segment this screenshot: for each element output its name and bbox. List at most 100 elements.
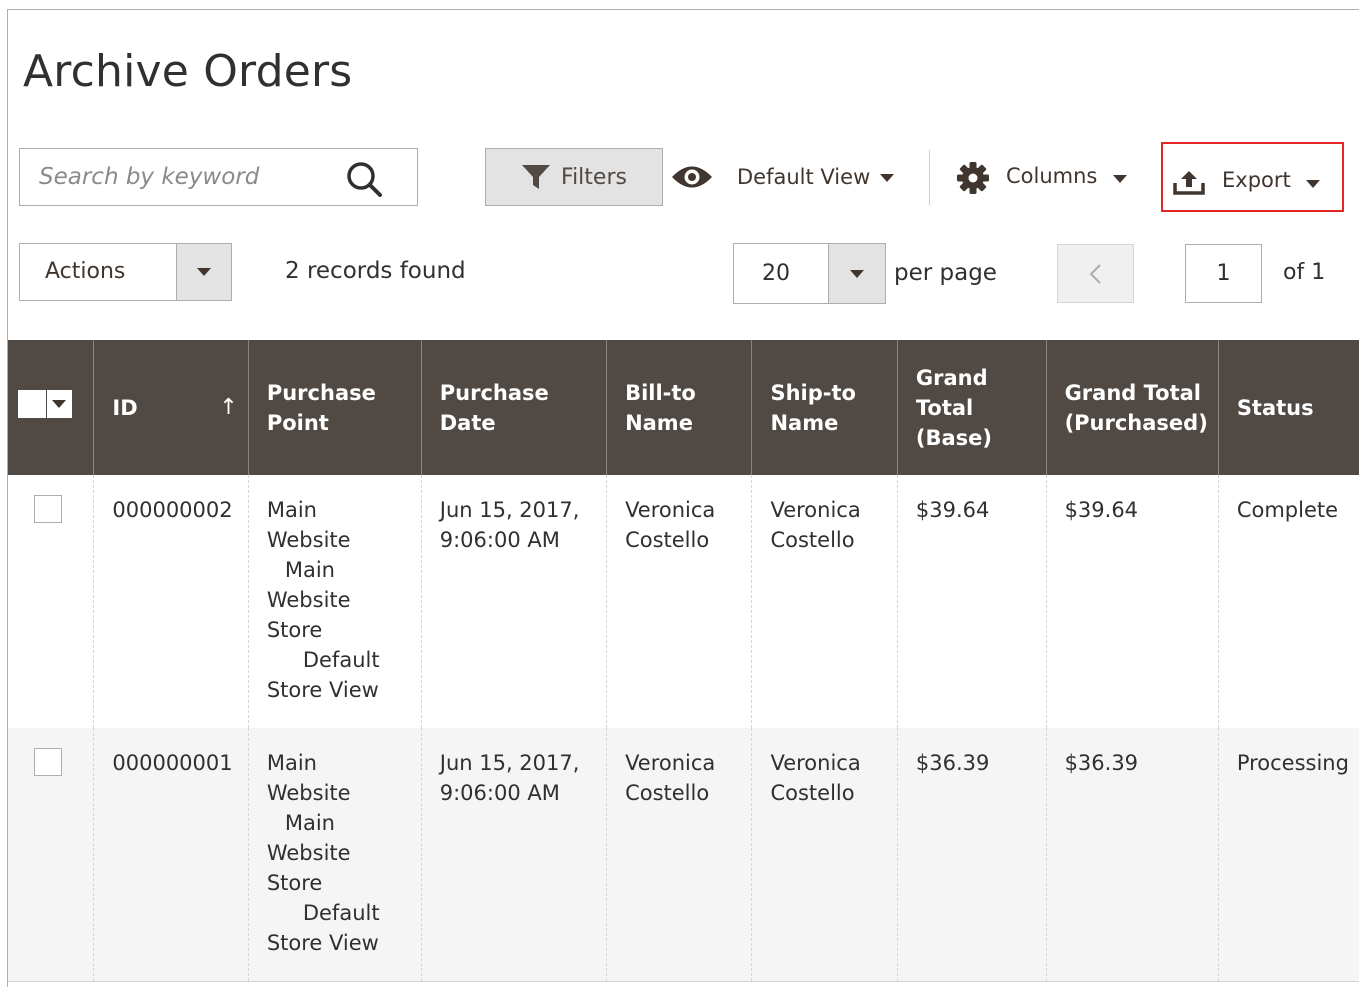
purchase-point-line: Store View [266,931,379,955]
eye-icon [672,166,712,188]
purchase-point-line: Website [266,588,351,612]
chevron-down-icon [197,268,211,276]
select-all-checkbox[interactable] [18,389,46,418]
purchase-date-line: 9:06:00 AM [439,781,560,805]
cell-purchase-date: Jun 15, 2017, 9:06:00 AM [420,475,607,728]
mass-select-toggle[interactable] [47,389,72,418]
select-all-header [8,340,94,475]
bill-to-line: Veronica [625,751,716,775]
per-page-value: 20 [762,261,790,286]
column-header-status[interactable]: Status [1217,340,1359,475]
row-checkbox[interactable] [34,495,62,523]
column-header-label: (Purchased) [1064,410,1208,435]
cell-status: Processing [1217,728,1359,982]
cell-purchase-point: Main Website Main Website Store Default … [247,728,422,982]
row-select-cell [8,728,94,982]
export-upload-icon[interactable] [1173,167,1205,195]
cell-bill-to-name: Veronica Costello [606,728,752,982]
column-header-label: (Base) [915,425,992,450]
purchase-point-line: Default [302,648,380,672]
cell-grand-total-purchased: $36.39 [1045,728,1219,982]
view-switcher-label[interactable]: Default View [737,165,870,189]
cell-purchase-point: Main Website Main Website Store Default … [247,475,422,728]
search-icon[interactable] [345,160,383,198]
table-row: 000000002 Main Website Main Website Stor… [8,475,1359,728]
column-header-label: Date [439,410,496,435]
cell-grand-total-base: $36.39 [896,728,1047,982]
chevron-down-icon [850,270,864,278]
ship-to-line: Veronica [770,498,861,522]
bill-to-line: Costello [625,781,710,805]
export-button-label[interactable]: Export [1222,168,1291,192]
chevron-down-icon[interactable] [1113,175,1127,183]
purchase-point-line: Main [284,811,335,835]
admin-content-frame: Archive Orders Filters Default View [7,9,1359,987]
cell-purchase-date: Jun 15, 2017, 9:06:00 AM [420,728,607,982]
purchase-point-line: Main [266,751,317,775]
purchase-point-line: Store [266,871,323,895]
toolbar-divider [929,150,930,205]
column-header-purchase-point[interactable]: Purchase Point [247,340,422,475]
purchase-point-line: Store View [266,678,379,702]
chevron-down-icon[interactable] [880,174,894,182]
cell-bill-to-name: Veronica Costello [606,475,752,728]
column-header-label: Total [915,395,974,420]
bill-to-line: Costello [625,528,710,552]
search-input[interactable] [20,149,340,205]
actions-dropdown-toggle[interactable] [176,244,231,300]
purchase-point-line: Store [266,618,323,642]
per-page-toggle[interactable] [828,244,885,303]
column-header-grand-total-base[interactable]: Grand Total (Base) [896,340,1047,475]
column-header-label: Grand Total [1064,380,1201,405]
mass-actions-dropdown[interactable]: Actions [19,243,232,301]
filters-label: Filters [561,164,627,190]
total-pages-label: of 1 [1283,260,1326,285]
cell-ship-to-name: Veronica Costello [751,728,898,982]
column-header-label: Name [770,410,839,435]
purchase-point-line: Main [266,498,317,522]
purchase-point-line: Website [266,528,351,552]
ship-to-line: Veronica [770,751,861,775]
sort-ascending-icon: ↑ [219,394,238,420]
column-header-label: Purchase [266,380,376,405]
column-header-purchase-date[interactable]: Purchase Date [420,340,607,475]
keyword-search [19,148,418,206]
column-header-label: Status [1236,395,1314,420]
column-header-bill-to-name[interactable]: Bill-to Name [606,340,752,475]
column-header-label: ID [112,395,138,420]
table-row: 000000001 Main Website Main Website Stor… [8,728,1359,982]
mass-select-checkbox[interactable] [18,389,72,418]
purchase-point-line: Website [266,841,351,865]
chevron-down-icon [52,399,66,408]
page-title: Archive Orders [23,46,353,97]
actions-label: Actions [45,259,126,284]
per-page-select[interactable]: 20 [733,243,886,304]
filters-button[interactable]: Filters [485,148,663,206]
purchase-point-line: Main [284,558,335,582]
purchase-point-line: Default [302,901,380,925]
per-page-label: per page [894,260,997,286]
column-header-label: Purchase [439,380,549,405]
column-header-label: Name [625,410,693,435]
current-page-input[interactable] [1185,244,1262,303]
chevron-down-icon[interactable] [1306,180,1320,188]
cell-status: Complete [1217,475,1359,728]
column-header-id[interactable]: ID ↑ [93,340,249,475]
cell-grand-total-purchased: $39.64 [1045,475,1219,728]
purchase-date-line: Jun 15, 2017, [439,751,580,775]
records-found-count: 2 records found [285,258,466,284]
gear-icon[interactable] [956,161,990,195]
column-header-grand-total-purchased[interactable]: Grand Total (Purchased) [1045,340,1219,475]
column-header-label: Grand [915,365,988,390]
table-header-row: ID ↑ Purchase Point Purchase Date Bill-t… [8,340,1359,475]
column-header-ship-to-name[interactable]: Ship-to Name [751,340,898,475]
previous-page-button[interactable] [1057,244,1134,303]
column-header-label: Bill-to [625,380,696,405]
columns-button-label[interactable]: Columns [1006,164,1097,188]
purchase-date-line: Jun 15, 2017, [439,498,580,522]
row-checkbox[interactable] [34,748,62,776]
filter-funnel-icon [522,165,551,189]
orders-grid: ID ↑ Purchase Point Purchase Date Bill-t… [8,340,1359,982]
cell-grand-total-base: $39.64 [896,475,1047,728]
bill-to-line: Veronica [625,498,716,522]
